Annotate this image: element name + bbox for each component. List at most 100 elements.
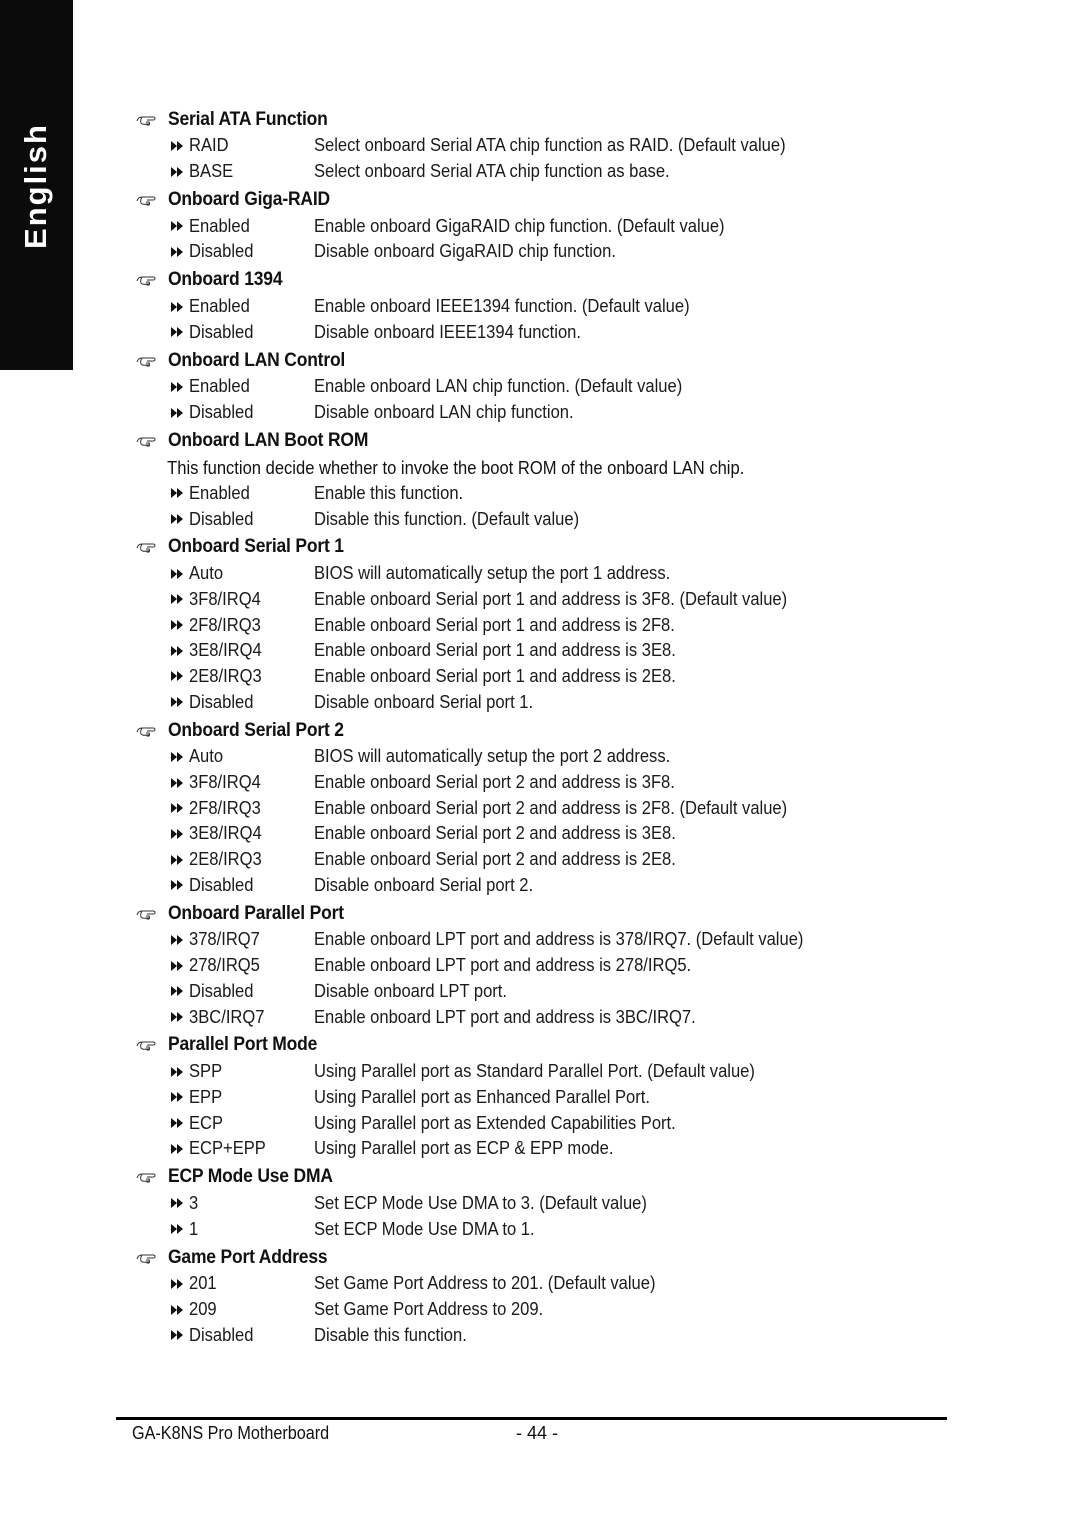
double-arrow-icon: [171, 221, 183, 232]
option-row: RAID Select onboard Serial ATA chip func…: [134, 133, 934, 159]
option-value: 3E8/IRQ4: [189, 640, 262, 661]
option-value: Disabled: [189, 691, 254, 712]
double-arrow-icon: [171, 301, 183, 312]
double-arrow-icon: [171, 381, 183, 392]
section-header: Onboard Serial Port 1: [134, 534, 934, 561]
option-value: 2E8/IRQ3: [189, 849, 262, 870]
option-row: 3BC/IRQ7 Enable onboard LPT port and add…: [134, 1004, 934, 1030]
settings-section: Onboard Serial Port 2 Auto BIOS will aut…: [134, 717, 934, 898]
option-description: Disable this function. (Default value): [314, 508, 580, 529]
section-title: Onboard Parallel Port: [168, 902, 344, 924]
option-value: Disabled: [189, 1324, 254, 1345]
pointing-hand-icon: [136, 437, 156, 447]
option-row: Disabled Disable this function.: [134, 1322, 934, 1348]
option-description: Enable onboard Serial port 2 and address…: [314, 849, 676, 870]
option-description: Disable onboard LPT port.: [314, 980, 508, 1001]
pointing-hand-icon: [136, 1173, 156, 1183]
double-arrow-icon: [171, 777, 183, 788]
option-value: 3F8/IRQ4: [189, 772, 261, 793]
double-arrow-icon: [171, 986, 183, 997]
option-value: 2E8/IRQ3: [189, 665, 262, 686]
option-row: 3E8/IRQ4 Enable onboard Serial port 2 an…: [134, 821, 934, 847]
option-value: Disabled: [189, 321, 254, 342]
option-value: 3BC/IRQ7: [189, 1006, 265, 1027]
option-description: Using Parallel port as Standard Parallel…: [314, 1061, 755, 1082]
section-title: Onboard Giga-RAID: [168, 188, 330, 210]
section-title: ECP Mode Use DMA: [168, 1166, 333, 1188]
pointing-hand-icon: [136, 910, 156, 920]
section-header: Onboard Parallel Port: [134, 900, 934, 927]
option-description: Disable onboard Serial port 1.: [314, 691, 534, 712]
pointing-hand-icon: [136, 357, 156, 367]
option-row: Enabled Enable onboard LAN chip function…: [134, 374, 934, 400]
option-value: Enabled: [189, 296, 250, 317]
double-arrow-icon: [171, 1224, 183, 1235]
double-arrow-icon: [171, 645, 183, 656]
section-header: ECP Mode Use DMA: [134, 1164, 934, 1191]
option-row: Disabled Disable onboard LAN chip functi…: [134, 400, 934, 426]
section-title: Onboard LAN Boot ROM: [168, 430, 369, 451]
option-description: Enable onboard GigaRAID chip function. (…: [314, 215, 725, 236]
option-row: BASE Select onboard Serial ATA chip func…: [134, 159, 934, 185]
option-description: Disable this function.: [314, 1324, 467, 1345]
section-title: Onboard Serial Port 1: [168, 536, 344, 558]
option-description: Enable onboard IEEE1394 function. (Defau…: [314, 296, 690, 317]
double-arrow-icon: [171, 934, 183, 945]
option-value: Disabled: [189, 874, 254, 895]
option-row: 2E8/IRQ3 Enable onboard Serial port 1 an…: [134, 664, 934, 690]
section-header: Onboard Giga-RAID: [134, 186, 934, 213]
option-row: 201 Set Game Port Address to 201. (Defau…: [134, 1271, 934, 1297]
option-value: Disabled: [189, 508, 254, 529]
option-value: ECP+EPP: [189, 1138, 266, 1159]
double-arrow-icon: [171, 1143, 183, 1154]
section-header: Onboard LAN Boot ROM: [134, 428, 934, 455]
option-value: Auto: [189, 563, 224, 584]
option-row: 2E8/IRQ3 Enable onboard Serial port 2 an…: [134, 847, 934, 873]
double-arrow-icon: [171, 246, 183, 257]
double-arrow-icon: [171, 828, 183, 839]
option-description: Enable onboard Serial port 1 and address…: [314, 640, 676, 661]
option-value: BASE: [189, 161, 234, 182]
option-value: Disabled: [189, 980, 254, 1001]
option-value: Disabled: [189, 402, 254, 423]
option-row: 3E8/IRQ4 Enable onboard Serial port 1 an…: [134, 638, 934, 664]
double-arrow-icon: [171, 880, 183, 891]
section-header: Parallel Port Mode: [134, 1032, 934, 1059]
option-row: Disabled Disable onboard Serial port 2.: [134, 872, 934, 898]
bios-settings-content: Serial ATA Function RAID Select onboard …: [134, 104, 934, 1348]
option-description: Enable onboard LPT port and address is 2…: [314, 955, 692, 976]
option-value: Disabled: [189, 241, 254, 262]
double-arrow-icon: [171, 594, 183, 605]
pointing-hand-icon: [136, 196, 156, 206]
settings-section: Serial ATA Function RAID Select onboard …: [134, 106, 934, 184]
settings-section: Onboard 1394 Enabled Enable onboard IEEE…: [134, 267, 934, 345]
option-value: Auto: [189, 746, 224, 767]
option-value: 378/IRQ7: [189, 929, 260, 950]
option-description: Enable onboard Serial port 1 and address…: [314, 588, 788, 609]
section-title: Onboard Serial Port 2: [168, 719, 344, 741]
option-description: Set ECP Mode Use DMA to 1.: [314, 1218, 535, 1239]
section-title: Parallel Port Mode: [168, 1034, 318, 1056]
settings-section: ECP Mode Use DMA 3 Set ECP Mode Use DMA …: [134, 1164, 934, 1242]
option-row: Enabled Enable this function.: [134, 481, 934, 507]
settings-section: Parallel Port Mode SPP Using Parallel po…: [134, 1032, 934, 1162]
option-description: Disable onboard GigaRAID chip function.: [314, 241, 616, 262]
option-row: EPP Using Parallel port as Enhanced Para…: [134, 1085, 934, 1111]
settings-section: Game Port Address 201 Set Game Port Addr…: [134, 1244, 934, 1348]
option-row: 3 Set ECP Mode Use DMA to 3. (Default va…: [134, 1191, 934, 1217]
pointing-hand-icon: [136, 276, 156, 286]
option-value: Enabled: [189, 215, 250, 236]
option-description: Set ECP Mode Use DMA to 3. (Default valu…: [314, 1192, 647, 1213]
footer-divider: [116, 1417, 947, 1420]
double-arrow-icon: [171, 1304, 183, 1315]
option-value: 1: [189, 1218, 199, 1239]
pointing-hand-icon: [136, 543, 156, 553]
option-value: Enabled: [189, 482, 250, 503]
option-row: 378/IRQ7 Enable onboard LPT port and add…: [134, 927, 934, 953]
option-row: 1 Set ECP Mode Use DMA to 1.: [134, 1216, 934, 1242]
option-row: 2F8/IRQ3 Enable onboard Serial port 1 an…: [134, 612, 934, 638]
double-arrow-icon: [171, 1066, 183, 1077]
option-value: 278/IRQ5: [189, 955, 260, 976]
section-header: Onboard 1394: [134, 267, 934, 294]
section-title: Serial ATA Function: [168, 108, 328, 130]
